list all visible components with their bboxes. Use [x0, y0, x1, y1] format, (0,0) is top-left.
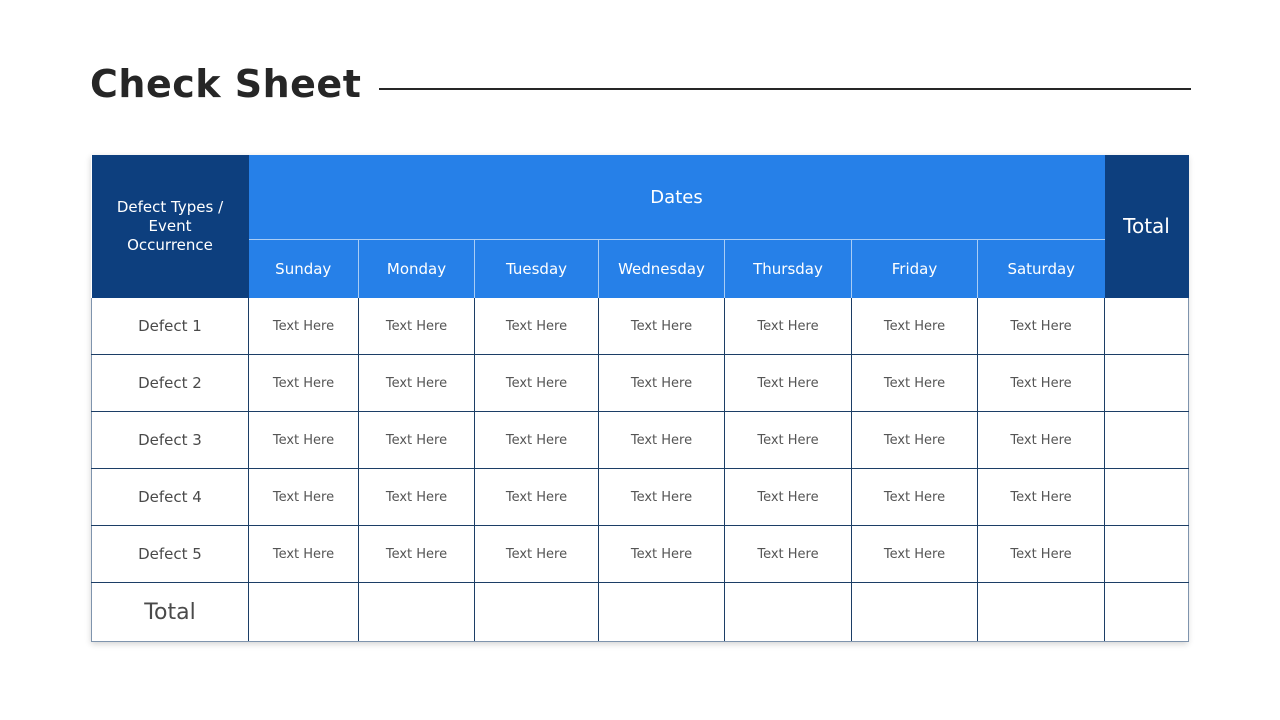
- row-total-cell[interactable]: [1104, 411, 1190, 469]
- cell-sunday[interactable]: Text Here: [248, 468, 359, 526]
- cell-thursday[interactable]: Text Here: [724, 411, 852, 469]
- cell-friday[interactable]: Text Here: [851, 525, 978, 583]
- cell-tuesday[interactable]: Text Here: [474, 468, 599, 526]
- cell-saturday[interactable]: Text Here: [976, 298, 1106, 355]
- page-title: Check Sheet: [90, 62, 362, 106]
- cell-friday[interactable]: Text Here: [851, 298, 978, 355]
- table-row: Defect 1 Text Here Text Here Text Here Text …: [91, 298, 1190, 355]
- cell-monday[interactable]: Text Here: [358, 354, 475, 412]
- cell-saturday[interactable]: Text Here: [976, 468, 1106, 526]
- cell-tuesday[interactable]: Text Here: [474, 298, 599, 355]
- day-header-monday: Monday: [358, 239, 475, 298]
- row-label: Defect 2: [91, 354, 249, 412]
- cell-friday[interactable]: Text Here: [851, 468, 978, 526]
- cell-saturday[interactable]: [976, 582, 1106, 642]
- table-row: Defect 3 Text Here Text Here Text Here Text …: [91, 411, 1190, 469]
- row-label: Defect 5: [91, 525, 249, 583]
- cell-wednesday[interactable]: Text Here: [598, 298, 725, 355]
- cell-saturday[interactable]: Text Here: [976, 525, 1106, 583]
- cell-wednesday[interactable]: Text Here: [598, 468, 725, 526]
- cell-tuesday[interactable]: Text Here: [474, 525, 599, 583]
- table-row: Defect 2 Text Here Text Here Text Here Text …: [91, 354, 1190, 412]
- cell-tuesday[interactable]: Text Here: [474, 354, 599, 412]
- table-row: Defect 5 Text Here Text Here Text Here Text …: [91, 525, 1190, 583]
- day-header-thursday: Thursday: [724, 239, 852, 298]
- row-total-cell[interactable]: [1104, 468, 1190, 526]
- cell-wednesday[interactable]: Text Here: [598, 354, 725, 412]
- cell-sunday[interactable]: Text Here: [248, 298, 359, 355]
- cell-wednesday[interactable]: [598, 582, 725, 642]
- cell-monday[interactable]: Text Here: [358, 411, 475, 469]
- cell-sunday[interactable]: Text Here: [248, 354, 359, 412]
- day-header-sunday: Sunday: [248, 239, 359, 298]
- cell-wednesday[interactable]: Text Here: [598, 525, 725, 583]
- cell-sunday[interactable]: [248, 582, 359, 642]
- day-header-tuesday: Tuesday: [474, 239, 599, 298]
- corner-header: Defect Types / Event Occurrence: [91, 155, 249, 298]
- cell-friday[interactable]: [851, 582, 978, 642]
- cell-sunday[interactable]: Text Here: [248, 411, 359, 469]
- day-header-saturday: Saturday: [976, 239, 1105, 298]
- cell-friday[interactable]: Text Here: [851, 354, 978, 412]
- row-total-cell[interactable]: [1104, 354, 1190, 412]
- cell-thursday[interactable]: Text Here: [724, 298, 852, 355]
- table-row: Defect 4 Text Here Text Here Text Here Text …: [91, 468, 1190, 526]
- cell-tuesday[interactable]: Text Here: [474, 411, 599, 469]
- cell-tuesday[interactable]: [474, 582, 599, 642]
- check-sheet-table: Defect Types / Event Occurrence Dates To…: [91, 155, 1190, 642]
- dates-header: Dates: [248, 155, 1105, 240]
- cell-thursday[interactable]: Text Here: [724, 468, 852, 526]
- cell-monday[interactable]: Text Here: [358, 298, 475, 355]
- cell-monday[interactable]: Text Here: [358, 525, 475, 583]
- cell-monday[interactable]: Text Here: [358, 468, 475, 526]
- cell-saturday[interactable]: Text Here: [976, 411, 1106, 469]
- cell-monday[interactable]: [358, 582, 475, 642]
- day-header-wednesday: Wednesday: [598, 239, 725, 298]
- row-total-cell[interactable]: [1104, 298, 1190, 355]
- row-total-cell[interactable]: [1104, 582, 1190, 642]
- day-header-friday: Friday: [851, 239, 978, 298]
- row-label: Defect 3: [91, 411, 249, 469]
- cell-friday[interactable]: Text Here: [851, 411, 978, 469]
- row-label: Defect 1: [91, 298, 249, 355]
- cell-thursday[interactable]: Text Here: [724, 354, 852, 412]
- cell-thursday[interactable]: [724, 582, 852, 642]
- row-total-cell[interactable]: [1104, 525, 1190, 583]
- total-row: Total: [91, 582, 1190, 642]
- cell-wednesday[interactable]: Text Here: [598, 411, 725, 469]
- cell-thursday[interactable]: Text Here: [724, 525, 852, 583]
- row-label: Defect 4: [91, 468, 249, 526]
- row-label: Total: [91, 582, 249, 642]
- total-column-header: Total: [1104, 155, 1189, 298]
- cell-saturday[interactable]: Text Here: [976, 354, 1106, 412]
- title-divider: [379, 88, 1191, 90]
- cell-sunday[interactable]: Text Here: [248, 525, 359, 583]
